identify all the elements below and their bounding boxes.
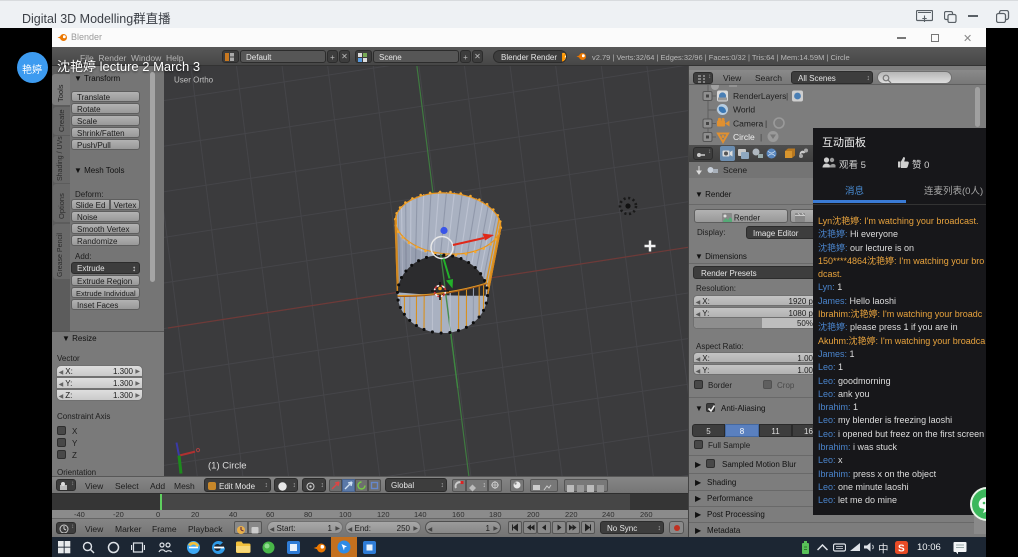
svg-text:Camera: Camera [733, 119, 764, 129]
svg-text:S: S [898, 544, 905, 555]
svg-text:|: | [765, 119, 767, 129]
svg-text:|: | [786, 91, 788, 101]
svg-text:Circle: Circle [733, 132, 755, 142]
svg-text:(1) Circle: (1) Circle [208, 461, 247, 472]
svg-text:World: World [733, 105, 755, 115]
svg-text:User Ortho: User Ortho [174, 76, 214, 85]
svg-text:RenderLayers: RenderLayers [733, 91, 786, 101]
svg-text:|: | [760, 132, 762, 142]
